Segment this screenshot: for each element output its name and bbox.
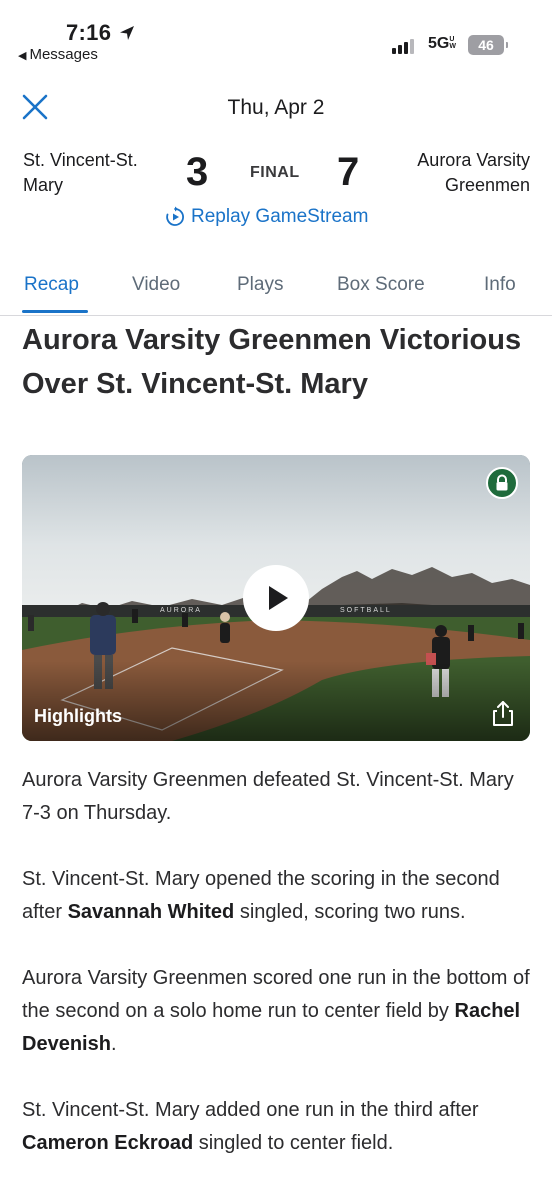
- back-triangle-icon: ◀: [18, 50, 27, 62]
- article-paragraph: St. Vincent-St. Mary added one run in th…: [22, 1094, 534, 1160]
- article-paragraph: Aurora Varsity Greenmen scored one run i…: [22, 962, 534, 1061]
- paragraph-text: singled, scoring two runs.: [234, 901, 466, 923]
- home-team-name[interactable]: Aurora Varsity Greenmen: [370, 148, 530, 198]
- back-to-messages[interactable]: ◀ Messages: [18, 46, 98, 63]
- player-name[interactable]: Cameron Eckroad: [22, 1132, 193, 1154]
- replay-gamestream-button[interactable]: Replay GameStream: [164, 206, 368, 228]
- paragraph-text: Aurora Varsity Greenmen defeated St. Vin…: [22, 769, 514, 824]
- status-bar: 7:16 ◀ Messages 5GUW 46: [0, 0, 552, 72]
- paragraph-text: St. Vincent-St. Mary added one run in th…: [22, 1099, 479, 1121]
- tab-bar: Recap Video Plays Box Score Info: [0, 266, 552, 316]
- paragraph-text: singled to center field.: [193, 1132, 394, 1154]
- back-app-label: Messages: [29, 46, 98, 63]
- cellular-signal-icon: [392, 38, 416, 54]
- article-body: Aurora Varsity Greenmen defeated St. Vin…: [22, 764, 534, 1193]
- highlights-video[interactable]: AURORA SOFTBALL Highlights: [22, 455, 530, 741]
- article-paragraph: Aurora Varsity Greenmen defeated St. Vin…: [22, 764, 534, 830]
- network-sup: UW: [449, 36, 456, 50]
- share-icon[interactable]: [488, 699, 518, 729]
- tab-recap[interactable]: Recap: [24, 274, 79, 296]
- video-bottom-gradient: [22, 661, 530, 741]
- paragraph-text: .: [110, 1033, 117, 1055]
- away-team-name[interactable]: St. Vincent-St. Mary: [23, 148, 163, 198]
- network-label: 5G: [428, 35, 450, 52]
- video-label: Highlights: [34, 706, 122, 726]
- battery-indicator: 46: [468, 35, 508, 55]
- tab-info[interactable]: Info: [484, 274, 516, 296]
- play-button[interactable]: [243, 565, 309, 631]
- play-icon: [269, 586, 288, 610]
- clock: 7:16: [66, 20, 112, 45]
- home-score: 7: [337, 150, 360, 194]
- game-status: FINAL: [250, 164, 300, 181]
- article-paragraph: St. Vincent-St. Mary opened the scoring …: [22, 863, 534, 929]
- tab-box-score[interactable]: Box Score: [337, 274, 425, 296]
- lock-icon: [486, 467, 518, 499]
- active-tab-indicator: [22, 310, 88, 313]
- network-type: 5GUW: [428, 35, 459, 53]
- player-name[interactable]: Savannah Whited: [68, 901, 235, 923]
- article-headline: Aurora Varsity Greenmen Victorious Over …: [22, 324, 522, 400]
- game-date: Thu, Apr 2: [227, 96, 325, 119]
- away-score: 3: [186, 150, 209, 194]
- location-arrow-icon: [120, 26, 134, 40]
- replay-label: Replay GameStream: [191, 206, 369, 227]
- tab-video[interactable]: Video: [132, 274, 180, 296]
- tab-plays[interactable]: Plays: [237, 274, 283, 296]
- replay-icon: [166, 206, 184, 226]
